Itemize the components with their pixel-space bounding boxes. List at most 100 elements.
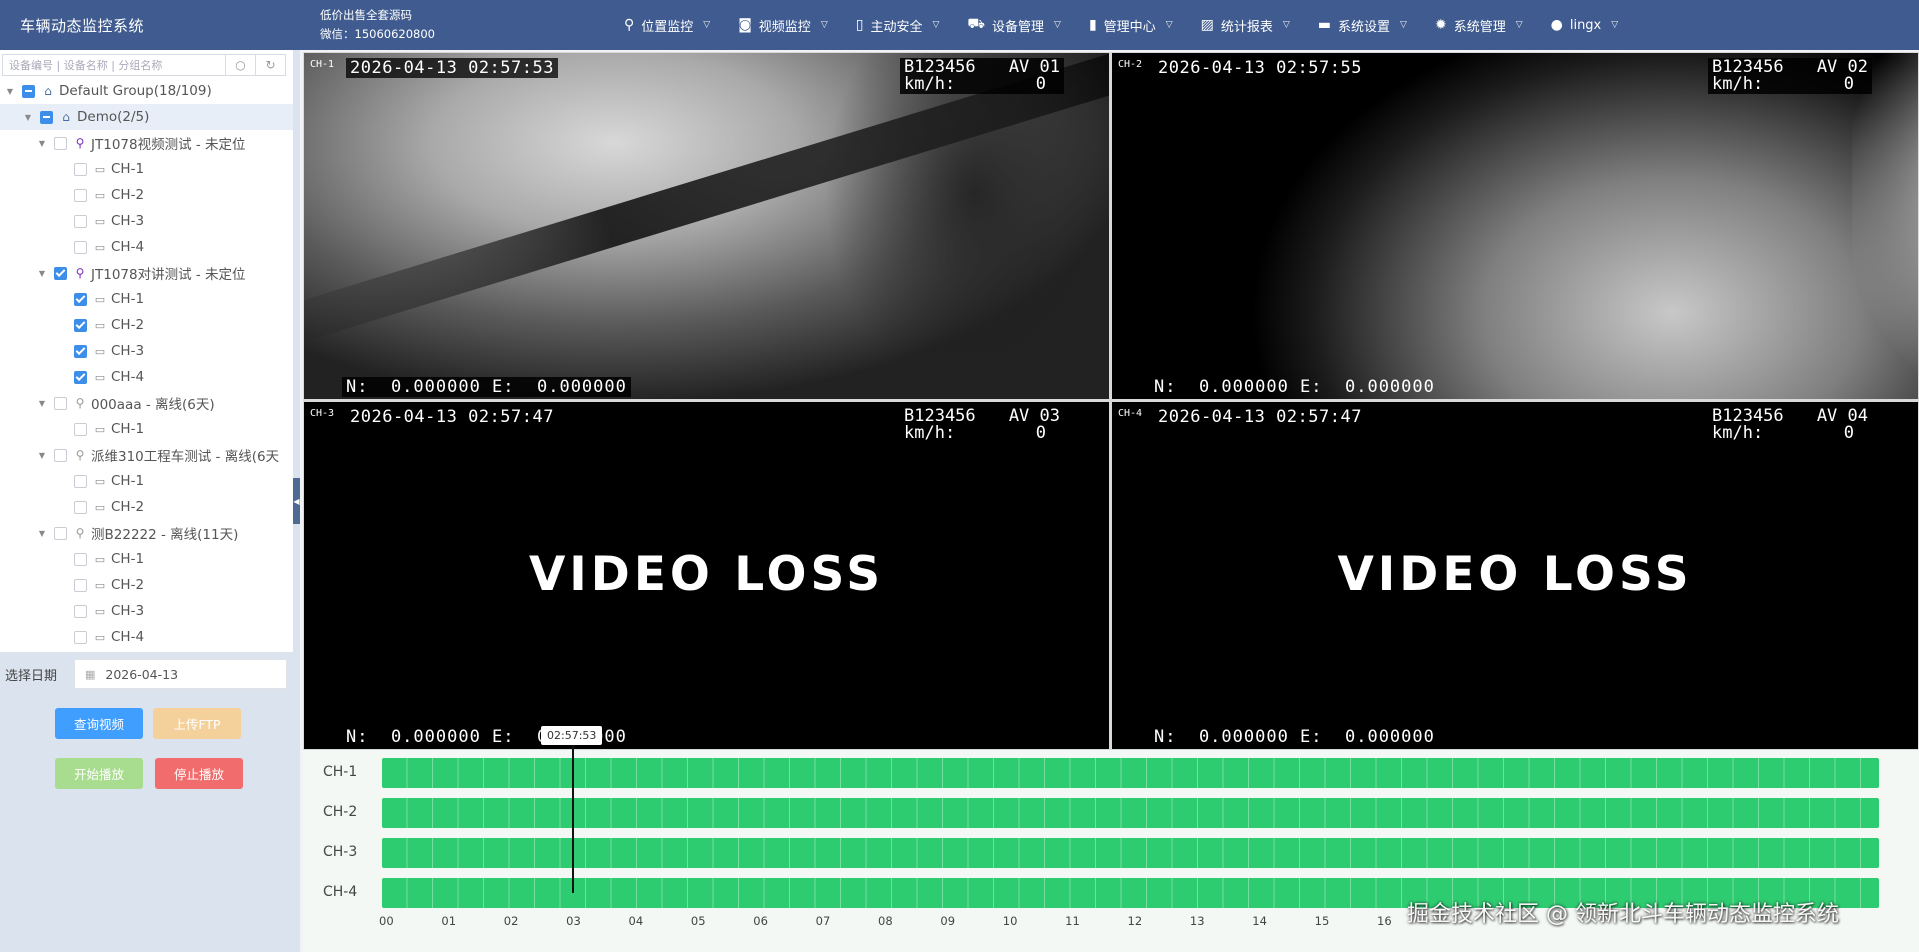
tree-channel-node[interactable]: ▭ CH-3: [0, 338, 293, 364]
recording-bar[interactable]: [382, 838, 1879, 868]
timeline-cursor[interactable]: [572, 730, 574, 893]
av-channel: AV 02: [1816, 57, 1868, 77]
tree-checkbox[interactable]: [54, 448, 67, 462]
expand-arrow-icon[interactable]: ▼: [36, 139, 48, 148]
recording-bar[interactable]: [382, 798, 1879, 828]
hour-tick-label: 15: [1314, 914, 1330, 928]
speed-label: km/h:: [904, 423, 956, 443]
hour-tick-label: 00: [379, 914, 394, 928]
tree-checkbox[interactable]: [74, 162, 87, 176]
upload-ftp-button[interactable]: 上传FTP: [153, 708, 241, 739]
home-icon: ⌂: [62, 110, 70, 124]
tree-checkbox[interactable]: [54, 396, 67, 410]
tree-channel-node[interactable]: ▭ CH-2: [0, 494, 293, 520]
tree-checkbox[interactable]: [54, 136, 67, 150]
tree-checkbox[interactable]: [74, 500, 87, 514]
tree-checkbox[interactable]: [40, 110, 53, 124]
tree-checkbox[interactable]: [74, 318, 87, 332]
stop-play-button[interactable]: 停止播放: [155, 758, 243, 789]
video-player-ch1[interactable]: CH-1 2026-04-13 02:57:53 B123456 AV 01 km…: [304, 53, 1109, 399]
expand-arrow-icon[interactable]: ▼: [36, 269, 48, 278]
tree-channel-node[interactable]: ▭ CH-3: [0, 598, 293, 624]
video-camera-icon: ▭: [94, 552, 106, 566]
menu-device-management[interactable]: ⛟ 设备管理 ▽: [953, 0, 1075, 50]
refresh-icon: ↻: [265, 58, 276, 72]
menu-management-center[interactable]: ▮ 管理中心 ▽: [1075, 0, 1187, 50]
tree-checkbox[interactable]: [74, 604, 87, 618]
video-player-ch3[interactable]: CH-3 2026-04-13 02:57:47 B123456 AV 03 km…: [304, 402, 1109, 749]
start-play-button[interactable]: 开始播放: [55, 758, 143, 789]
search-icon: ○: [235, 58, 246, 72]
menu-system-settings[interactable]: ▬ 系统设置 ▽: [1304, 0, 1421, 50]
video-camera-icon: ▭: [94, 474, 106, 488]
tree-channel-node[interactable]: ▭ CH-1: [0, 546, 293, 572]
tree-channel-node[interactable]: ▭ CH-2: [0, 572, 293, 598]
tree-group-node[interactable]: ▼ ⌂ Default Group(18/109): [0, 78, 293, 104]
video-camera-icon: ▭: [94, 500, 106, 514]
date-input[interactable]: ▦ 2026-04-13: [74, 659, 287, 689]
tree-channel-node[interactable]: ▭ CH-1: [0, 468, 293, 494]
bookmark-icon: ▯: [855, 17, 864, 33]
tree-node-label: 派维310工程车测试 - 离线(6天: [91, 449, 280, 465]
tree-checkbox[interactable]: [74, 422, 87, 436]
video-grid: CH-1 2026-04-13 02:57:53 B123456 AV 01 km…: [303, 52, 1919, 750]
expand-arrow-icon[interactable]: ▼: [36, 529, 48, 538]
hour-tick-label: 06: [753, 914, 768, 928]
menu-user[interactable]: ● lingx ▽: [1537, 0, 1633, 50]
tree-checkbox[interactable]: [54, 266, 67, 280]
expand-arrow-icon[interactable]: ▼: [36, 399, 48, 408]
search-button[interactable]: ○: [226, 54, 256, 76]
query-video-button[interactable]: 查询视频: [55, 708, 143, 739]
tree-node-label: Default Group(18/109): [59, 83, 212, 99]
expand-arrow-icon[interactable]: ▼: [36, 451, 48, 460]
tree-checkbox[interactable]: [74, 552, 87, 566]
video-player-ch4[interactable]: CH-4 2026-04-13 02:57:47 B123456 AV 04 km…: [1112, 402, 1918, 749]
video-camera-icon: ▭: [94, 162, 106, 176]
av-channel: AV 04: [1816, 406, 1868, 426]
tree-channel-node[interactable]: ▭ CH-2: [0, 312, 293, 338]
tree-channel-node[interactable]: ▭ CH-4: [0, 624, 293, 650]
tree-device-node[interactable]: ▼ ⚲ JT1078对讲测试 - 未定位: [0, 260, 293, 286]
top-navigation-bar: 车辆动态监控系统 低价出售全套源码 微信：15060620800 ⚲ 位置监控 ▽ …: [0, 0, 1919, 50]
location-pin-icon: ⚲: [75, 266, 85, 280]
tree-checkbox[interactable]: [74, 370, 87, 384]
expand-arrow-icon[interactable]: ▼: [22, 113, 34, 122]
tree-checkbox[interactable]: [74, 292, 87, 306]
gps-overlay: N: 0.000000 E: 0.000000: [1154, 377, 1435, 397]
video-player-ch2[interactable]: CH-2 2026-04-13 02:57:55 B123456 AV 02 km…: [1112, 53, 1918, 399]
tree-channel-node[interactable]: ▭ CH-1: [0, 286, 293, 312]
tree-device-node[interactable]: ▼ ⚲ 000aaa - 离线(6天): [0, 390, 293, 416]
menu-active-safety[interactable]: ▯ 主动安全 ▽: [842, 0, 954, 50]
tree-channel-node[interactable]: ▭ CH-4: [0, 234, 293, 260]
menu-statistics[interactable]: ▨ 统计报表 ▽: [1187, 0, 1304, 50]
tree-device-node[interactable]: ▼ ⚲ JT1078视频测试 - 未定位: [0, 130, 293, 156]
recording-bar[interactable]: [382, 758, 1879, 788]
tree-checkbox[interactable]: [74, 630, 87, 644]
tree-channel-node[interactable]: ▭ CH-4: [0, 364, 293, 390]
sidebar-collapse-handle[interactable]: ◀: [293, 478, 300, 524]
menu-system-management[interactable]: ✹ 系统管理 ▽: [1421, 0, 1537, 50]
tree-device-node[interactable]: ▼ ⚲ 测B22222 - 离线(11天): [0, 520, 293, 546]
menu-video-monitor[interactable]: ◙ 视频监控 ▽: [724, 0, 842, 50]
search-input[interactable]: [2, 54, 226, 76]
tree-channel-node[interactable]: ▭ CH-1: [0, 416, 293, 442]
hour-tick-label: 10: [1002, 914, 1018, 928]
tree-checkbox[interactable]: [74, 578, 87, 592]
tree-group-node[interactable]: ▼ ⌂ Demo(2/5): [0, 104, 293, 130]
tree-checkbox[interactable]: [74, 214, 87, 228]
tree-checkbox[interactable]: [54, 526, 67, 540]
tree-checkbox[interactable]: [22, 84, 35, 98]
tree-channel-node[interactable]: ▭ CH-3: [0, 208, 293, 234]
expand-arrow-icon[interactable]: ▼: [4, 87, 16, 96]
tree-channel-node[interactable]: ▭ CH-2: [0, 182, 293, 208]
tree-checkbox[interactable]: [74, 240, 87, 254]
chevron-down-icon: ▽: [820, 20, 828, 30]
tree-node-label: CH-2: [111, 499, 145, 515]
refresh-button[interactable]: ↻: [256, 54, 286, 76]
tree-checkbox[interactable]: [74, 474, 87, 488]
menu-location-monitor[interactable]: ⚲ 位置监控 ▽: [610, 0, 724, 50]
tree-device-node[interactable]: ▼ ⚲ 派维310工程车测试 - 离线(6天: [0, 442, 293, 468]
tree-checkbox[interactable]: [74, 344, 87, 358]
tree-channel-node[interactable]: ▭ CH-1: [0, 156, 293, 182]
tree-checkbox[interactable]: [74, 188, 87, 202]
